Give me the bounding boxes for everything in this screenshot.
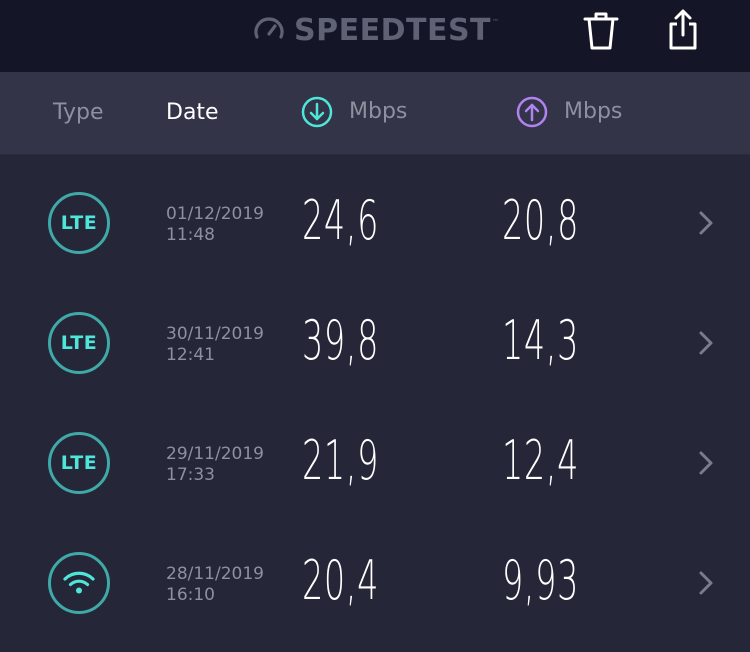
chevron-right-icon — [694, 209, 718, 237]
result-date: 28/11/2019 — [166, 564, 264, 584]
lte-icon: LTE — [48, 432, 110, 494]
speedometer-icon — [254, 17, 284, 39]
result-time: 17:33 — [166, 465, 215, 485]
result-datetime: 28/11/2019 16:10 — [166, 564, 264, 606]
wifi-icon — [48, 552, 110, 614]
result-date: 30/11/2019 — [166, 324, 264, 344]
upload-speed: 9,93 — [502, 549, 580, 612]
result-time: 16:10 — [166, 585, 215, 605]
upload-unit-label: Mbps — [564, 99, 623, 124]
logo-text: SPEEDTEST — [294, 12, 492, 48]
lte-icon: LTE — [48, 192, 110, 254]
share-icon — [669, 9, 697, 50]
upload-speed: 14,3 — [502, 309, 580, 372]
chevron-right-icon — [694, 449, 718, 477]
result-time: 11:48 — [166, 225, 215, 245]
result-date: 29/11/2019 — [166, 444, 264, 464]
type-column-header[interactable]: Type — [53, 99, 104, 127]
chevron-right-icon — [694, 569, 718, 597]
logo-trademark: ™ — [492, 18, 500, 26]
download-speed: 24,6 — [302, 189, 380, 252]
upload-column-header[interactable]: Mbps — [516, 96, 622, 128]
upload-speed: 20,8 — [502, 189, 580, 252]
chevron-right-icon — [694, 329, 718, 357]
result-row[interactable]: LTE 01/12/2019 11:48 24,6 20,8 — [0, 154, 750, 274]
result-time: 12:41 — [166, 345, 215, 365]
result-row[interactable]: LTE 30/11/2019 12:41 39,8 14,3 — [0, 274, 750, 394]
download-speed: 39,8 — [302, 309, 380, 372]
lte-icon: LTE — [48, 312, 110, 374]
date-column-header[interactable]: Date — [166, 99, 219, 127]
download-speed: 21,9 — [302, 429, 380, 492]
result-date: 01/12/2019 — [166, 204, 264, 224]
result-datetime: 30/11/2019 12:41 — [166, 324, 264, 366]
download-speed: 20,4 — [302, 549, 380, 612]
result-row[interactable]: LTE 29/11/2019 17:33 21,9 12,4 — [0, 394, 750, 514]
upload-speed: 12,4 — [502, 429, 580, 492]
results-list: LTE 01/12/2019 11:48 24,6 20,8 LTE 30/11… — [0, 154, 750, 634]
arrow-up-circle-icon — [516, 96, 548, 128]
download-unit-label: Mbps — [349, 99, 408, 124]
speedtest-logo: SPEEDTEST ™ — [252, 8, 499, 52]
result-row[interactable]: 28/11/2019 16:10 20,4 9,93 — [0, 514, 750, 634]
result-datetime: 29/11/2019 17:33 — [166, 444, 264, 486]
delete-button[interactable] — [577, 6, 625, 54]
result-datetime: 01/12/2019 11:48 — [166, 204, 264, 246]
arrow-down-circle-icon — [301, 96, 333, 128]
share-button[interactable] — [659, 6, 707, 54]
results-header: Type Date Mbps Mbps — [0, 72, 750, 155]
trash-icon — [583, 12, 619, 50]
top-bar: SPEEDTEST ™ — [0, 0, 750, 72]
download-column-header[interactable]: Mbps — [301, 96, 407, 128]
